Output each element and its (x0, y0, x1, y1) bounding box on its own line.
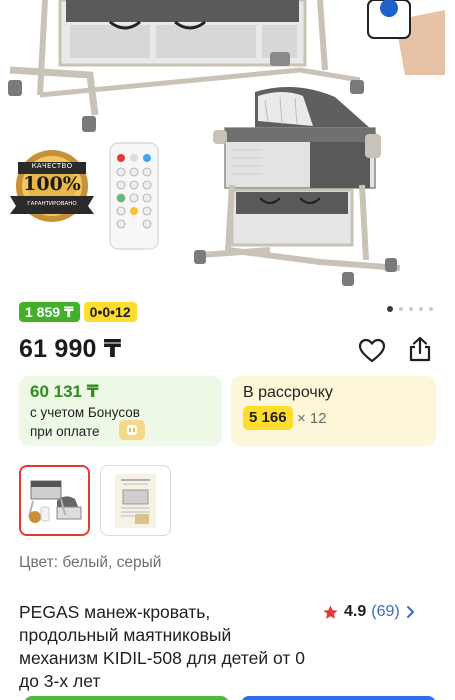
carousel-dot[interactable] (429, 307, 433, 311)
thumbnail-image (115, 474, 156, 528)
installment-multiplier: × 12 (297, 410, 327, 427)
buy-in-installments-button[interactable] (24, 696, 229, 700)
review-count-link[interactable]: (69) (371, 603, 399, 621)
carousel-indicator (387, 306, 433, 312)
payment-icon (119, 420, 145, 440)
installment-card[interactable]: В рассрочку 5 166 × 12 (231, 376, 436, 446)
share-button[interactable] (405, 334, 435, 364)
installment-price-tag[interactable]: 1 859 ₸ (19, 302, 80, 322)
installment-title: В рассрочку (243, 384, 333, 401)
favorite-button[interactable] (357, 336, 387, 366)
rating-value: 4.9 (344, 603, 367, 620)
product-color: Цвет: белый, серый (19, 554, 162, 571)
badge-line2: 100% (23, 173, 81, 195)
installment-amount: 5 166 (243, 406, 293, 430)
product-image-gallery[interactable]: КАЧЕСТВО 100% ГАРАНТИРОВАНО (0, 0, 455, 295)
bonus-price-card[interactable]: 60 131 ₸ с учетом Бонусов при оплате (19, 376, 222, 446)
product-price: 61 990 ₸ (19, 335, 122, 363)
bonus-payment-caption: при оплате (30, 424, 100, 439)
product-rating[interactable]: 4.9 (69) (322, 601, 417, 623)
badge-line1: КАЧЕСТВО (31, 162, 73, 170)
star-icon (323, 604, 338, 619)
carousel-dot[interactable] (409, 307, 413, 311)
carousel-dot[interactable] (399, 307, 403, 311)
heart-icon (358, 338, 386, 363)
thumbnail-image (28, 480, 82, 523)
carousel-dot[interactable] (419, 307, 423, 311)
share-icon (409, 336, 431, 362)
bonus-price: 60 131 ₸ (30, 382, 99, 401)
bonus-caption: с учетом Бонусов (30, 405, 140, 420)
thumbnail-selected[interactable] (19, 465, 90, 536)
add-to-cart-button[interactable] (241, 696, 436, 700)
product-title: PEGAS манеж-кровать, продольный маятнико… (19, 602, 305, 691)
installment-plan-tag[interactable]: 0•0•12 (83, 302, 137, 322)
price-tags: 1 859 ₸ 0•0•12 (19, 302, 137, 322)
badge-line3: ГАРАНТИРОВАНО (27, 201, 77, 207)
chevron-right-icon (406, 606, 414, 618)
quality-badge: КАЧЕСТВО 100% ГАРАНТИРОВАНО (6, 148, 98, 226)
carousel-dot-active[interactable] (387, 306, 393, 312)
thumbnail[interactable] (100, 465, 171, 536)
